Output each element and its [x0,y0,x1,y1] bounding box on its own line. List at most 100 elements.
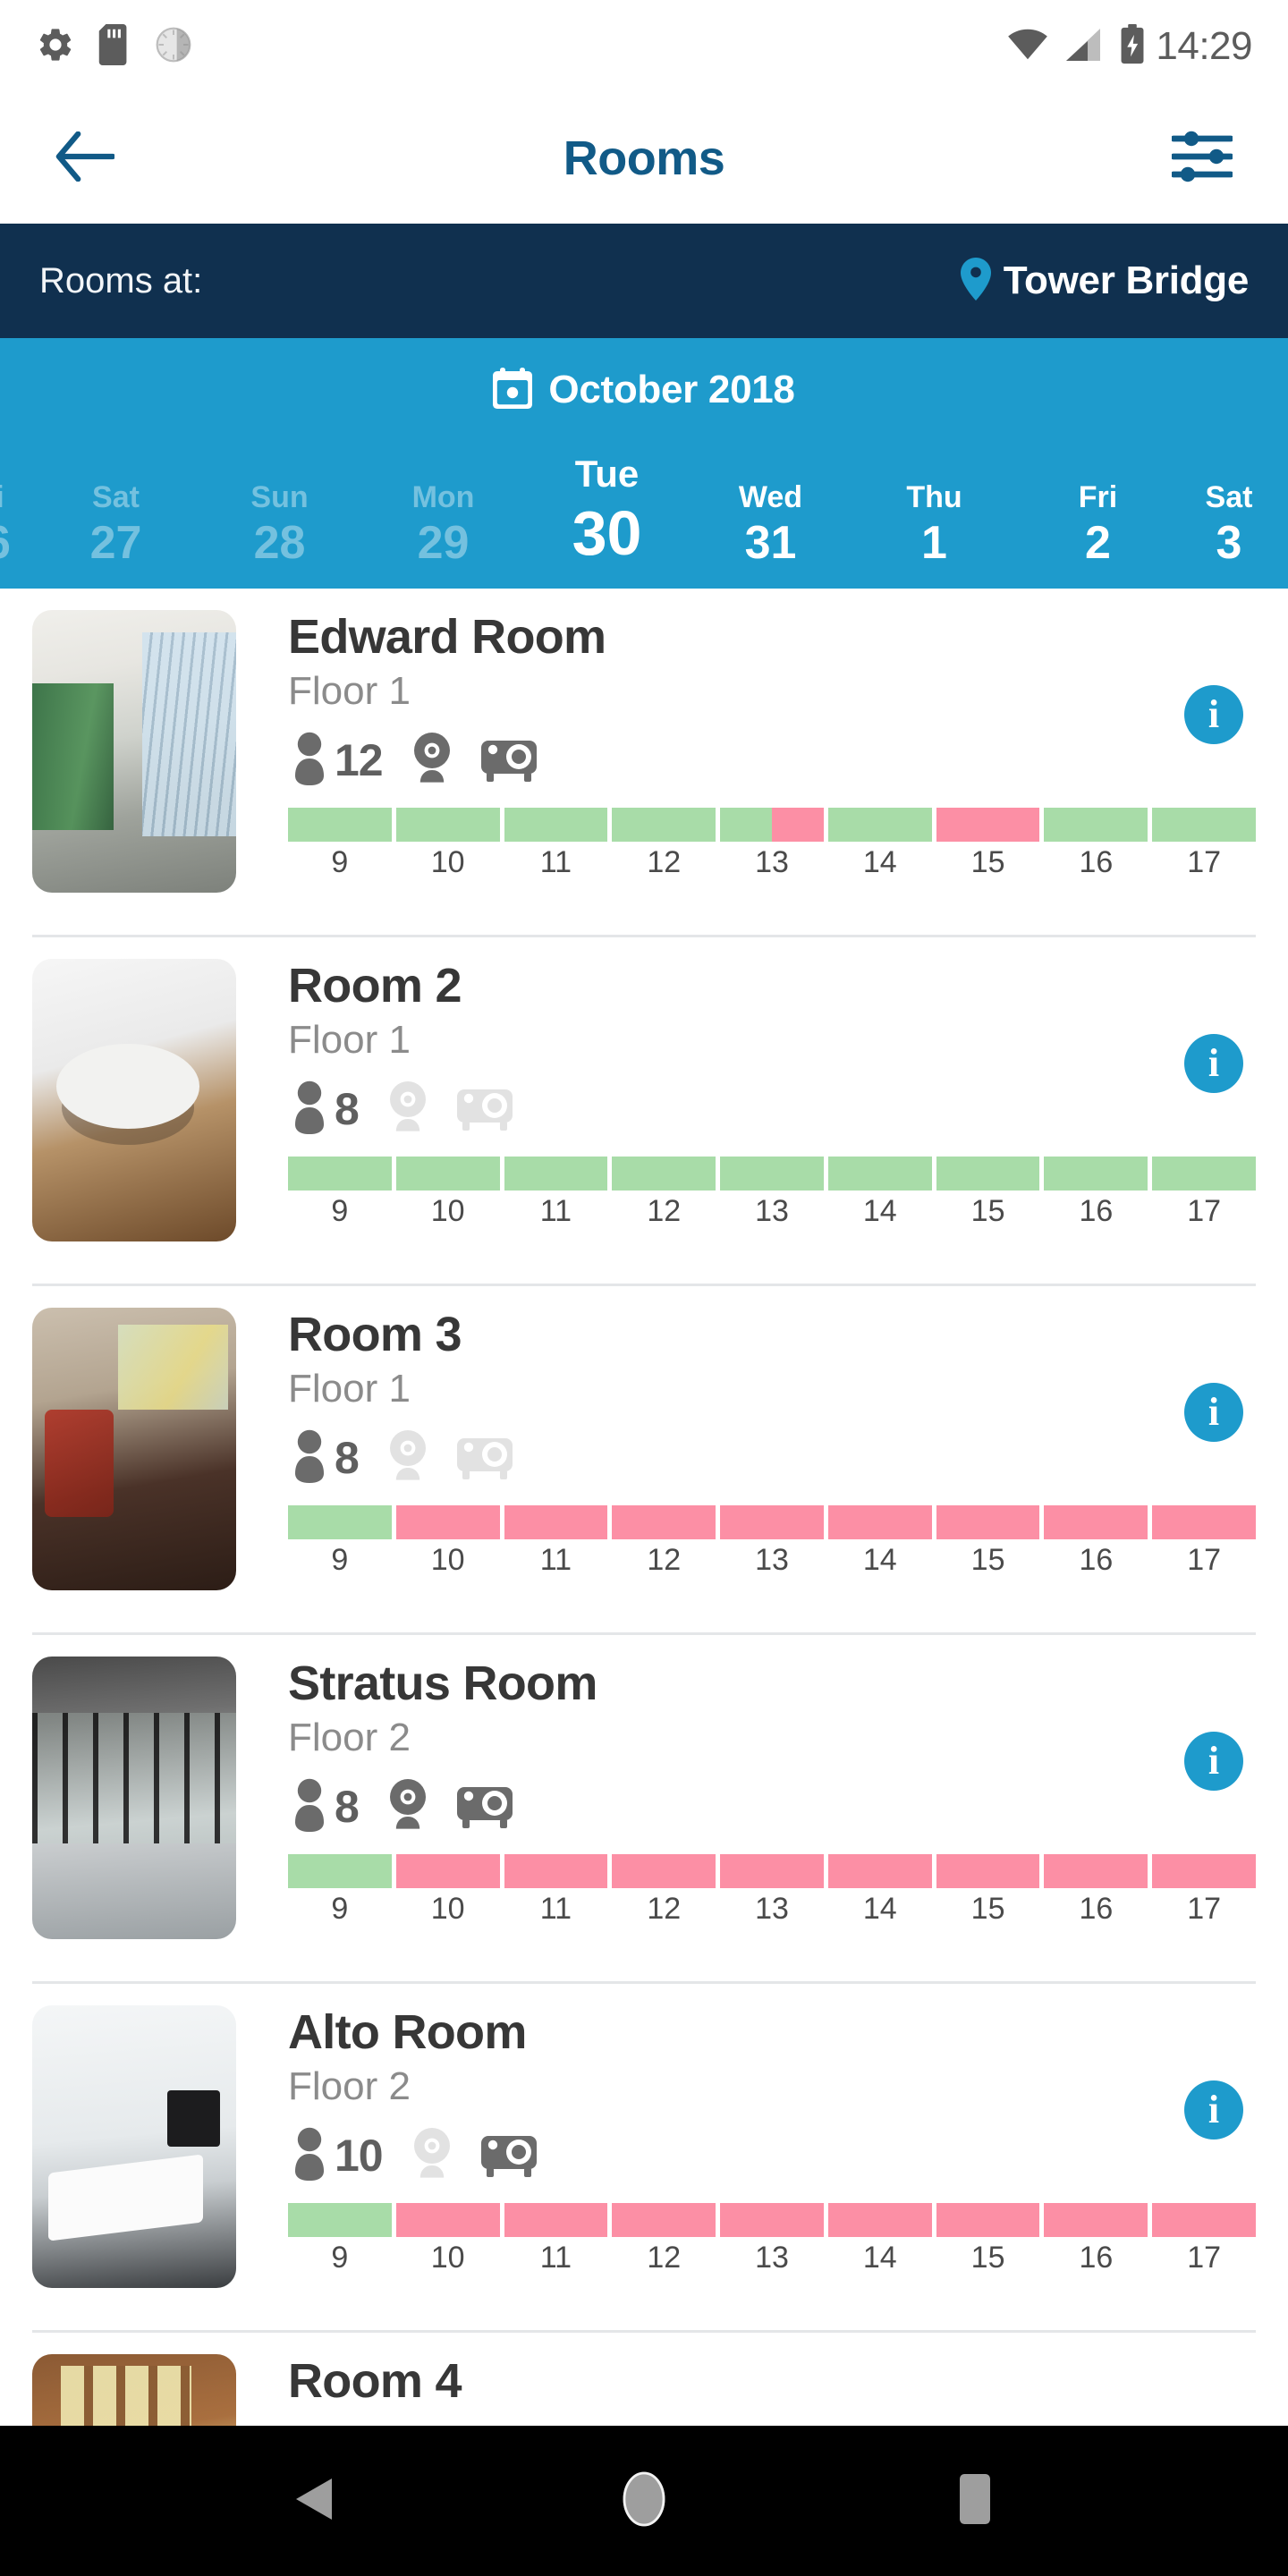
availability-timeline: 9 10 11 12 13 14 15 16 17 [288,1854,1257,1927]
location-bar[interactable]: Rooms at: Tower Bridge [0,224,1288,338]
day-item-wed-31[interactable]: Wed 31 [689,480,852,583]
timeline-slot[interactable] [936,1157,1040,1191]
timeline-slot[interactable] [720,1157,824,1191]
room-thumbnail[interactable] [32,1657,236,1939]
cell-signal-icon [1064,27,1104,67]
timeline-slot[interactable] [395,808,500,843]
room-card[interactable]: Edward Room Floor 1 12 i 9 10 11 12 13 14 15 16 17 [0,589,1288,937]
timeline-slot[interactable] [395,1157,500,1191]
room-amenities: 10 [288,2123,1256,2189]
timeline-slot[interactable] [612,1854,716,1889]
timeline-hour-label: 16 [1079,1892,1114,1927]
room-info-button[interactable]: i [1184,685,1243,744]
timeline-slot[interactable] [395,1505,500,1540]
month-selector[interactable]: October 2018 [0,358,1288,422]
timeline-slot[interactable] [1152,808,1257,843]
android-home-button[interactable] [595,2452,693,2550]
day-item-sun-28[interactable]: Sun 28 [198,480,361,583]
timeline-slot[interactable] [936,2203,1040,2238]
filter-button[interactable] [1168,124,1236,192]
room-thumbnail[interactable] [32,610,236,893]
timeline-slot[interactable] [1152,2203,1257,2238]
room-card[interactable]: Alto Room Floor 2 10 i 9 10 11 12 13 14 15 16 17 [0,1984,1288,2333]
day-of-week: Sat [92,479,140,514]
timeline-slot[interactable] [612,808,716,843]
timeline-slot[interactable] [504,1505,608,1540]
timeline-slot[interactable] [1044,2203,1148,2238]
room-details: Room 2 Floor 1 8 i 9 10 11 12 13 14 15 16 17 [236,959,1257,1286]
day-selector[interactable]: Fri26Sat27Sun28Mon29Tue30Wed31Thu1Fri2Sa… [0,422,1288,583]
page-title: Rooms [563,131,725,185]
day-number: 30 [572,498,642,568]
timeline-slot[interactable] [504,1854,608,1889]
room-info-button[interactable]: i [1184,1383,1243,1442]
projector-icon [480,2129,537,2183]
timeline-slot[interactable] [827,1854,932,1889]
android-recents-button[interactable] [926,2452,1024,2550]
timeline-slot[interactable] [827,2203,932,2238]
timeline-slot[interactable] [720,808,824,843]
location-selector[interactable]: Tower Bridge [960,257,1249,305]
timeline-hour-label: 12 [647,1543,682,1578]
room-info-button[interactable]: i [1184,1732,1243,1791]
timeline-slot[interactable] [936,1505,1040,1540]
room-thumbnail[interactable] [32,1308,236,1590]
room-thumbnail[interactable] [32,2005,236,2288]
timeline-slot[interactable] [827,1505,932,1540]
timeline-slot[interactable] [504,2203,608,2238]
room-info-button[interactable]: i [1184,1034,1243,1093]
timeline-slot[interactable] [1152,1854,1257,1889]
day-item-thu-1[interactable]: Thu 1 [852,480,1016,583]
day-item-fri-26[interactable]: Fri26 [0,480,34,583]
timeline-slot[interactable] [288,808,392,843]
timeline-slot[interactable] [936,1854,1040,1889]
timeline-slot[interactable] [1152,1505,1257,1540]
room-card[interactable]: Room 2 Floor 1 8 i 9 10 11 12 13 14 15 16 17 [0,937,1288,1286]
timeline-slot[interactable] [288,1157,392,1191]
room-name: Room 4 [288,2354,462,2408]
timeline-slot[interactable] [936,808,1040,843]
availability-timeline: 9 10 11 12 13 14 15 16 17 [288,1505,1257,1578]
timeline-slot[interactable] [1044,1505,1148,1540]
timeline-slot[interactable] [1152,1157,1257,1191]
timeline-slot[interactable] [288,1505,392,1540]
timeline-slot[interactable] [288,2203,392,2238]
room-info-button[interactable]: i [1184,2080,1243,2140]
room-card[interactable]: Room 3 Floor 1 8 i 9 10 11 12 13 14 15 16 17 [0,1286,1288,1635]
day-item-tue-30[interactable]: Tue 30 [525,453,689,583]
timeline-hour-label: 13 [755,1892,789,1927]
day-item-mon-29[interactable]: Mon 29 [361,480,525,583]
timeline-slot[interactable] [827,1157,932,1191]
timeline-slot[interactable] [827,808,932,843]
timeline-slot[interactable] [1044,808,1148,843]
timeline-slot[interactable] [395,2203,500,2238]
timeline-slot[interactable] [504,808,608,843]
day-item-sat-27[interactable]: Sat 27 [34,480,198,583]
timeline-slot[interactable] [612,1157,716,1191]
status-bar-left-icons [36,23,193,70]
day-item-fri-2[interactable]: Fri 2 [1016,480,1180,583]
day-number: 29 [417,516,470,569]
timeline-slot[interactable] [1044,1854,1148,1889]
day-item-sat-3[interactable]: Sat 3 [1180,480,1278,583]
room-details: Room 3 Floor 1 8 i 9 10 11 12 13 14 15 16 17 [236,1308,1257,1635]
timeline-slot[interactable] [720,2203,824,2238]
info-icon: i [1208,2088,1220,2131]
room-card[interactable]: Stratus Room Floor 2 8 i 9 10 11 12 13 14 15 16 17 [0,1635,1288,1984]
timeline-slot[interactable] [504,1157,608,1191]
room-amenities: 8 [288,1774,1256,1840]
timeline-slot[interactable] [1044,1157,1148,1191]
timeline-slot[interactable] [612,2203,716,2238]
android-back-button[interactable] [264,2452,362,2550]
room-thumbnail[interactable] [32,959,236,1241]
timeline-hour-label: 10 [430,1543,465,1578]
timeline-slot[interactable] [720,1505,824,1540]
room-capacity: 10 [288,2127,384,2185]
room-floor: Floor 1 [288,1367,411,1411]
back-button[interactable] [52,125,118,191]
timeline-slot[interactable] [395,1854,500,1889]
timeline-slot[interactable] [288,1854,392,1889]
timeline-slot[interactable] [612,1505,716,1540]
room-name: Room 2 [288,959,462,1013]
timeline-slot[interactable] [720,1854,824,1889]
